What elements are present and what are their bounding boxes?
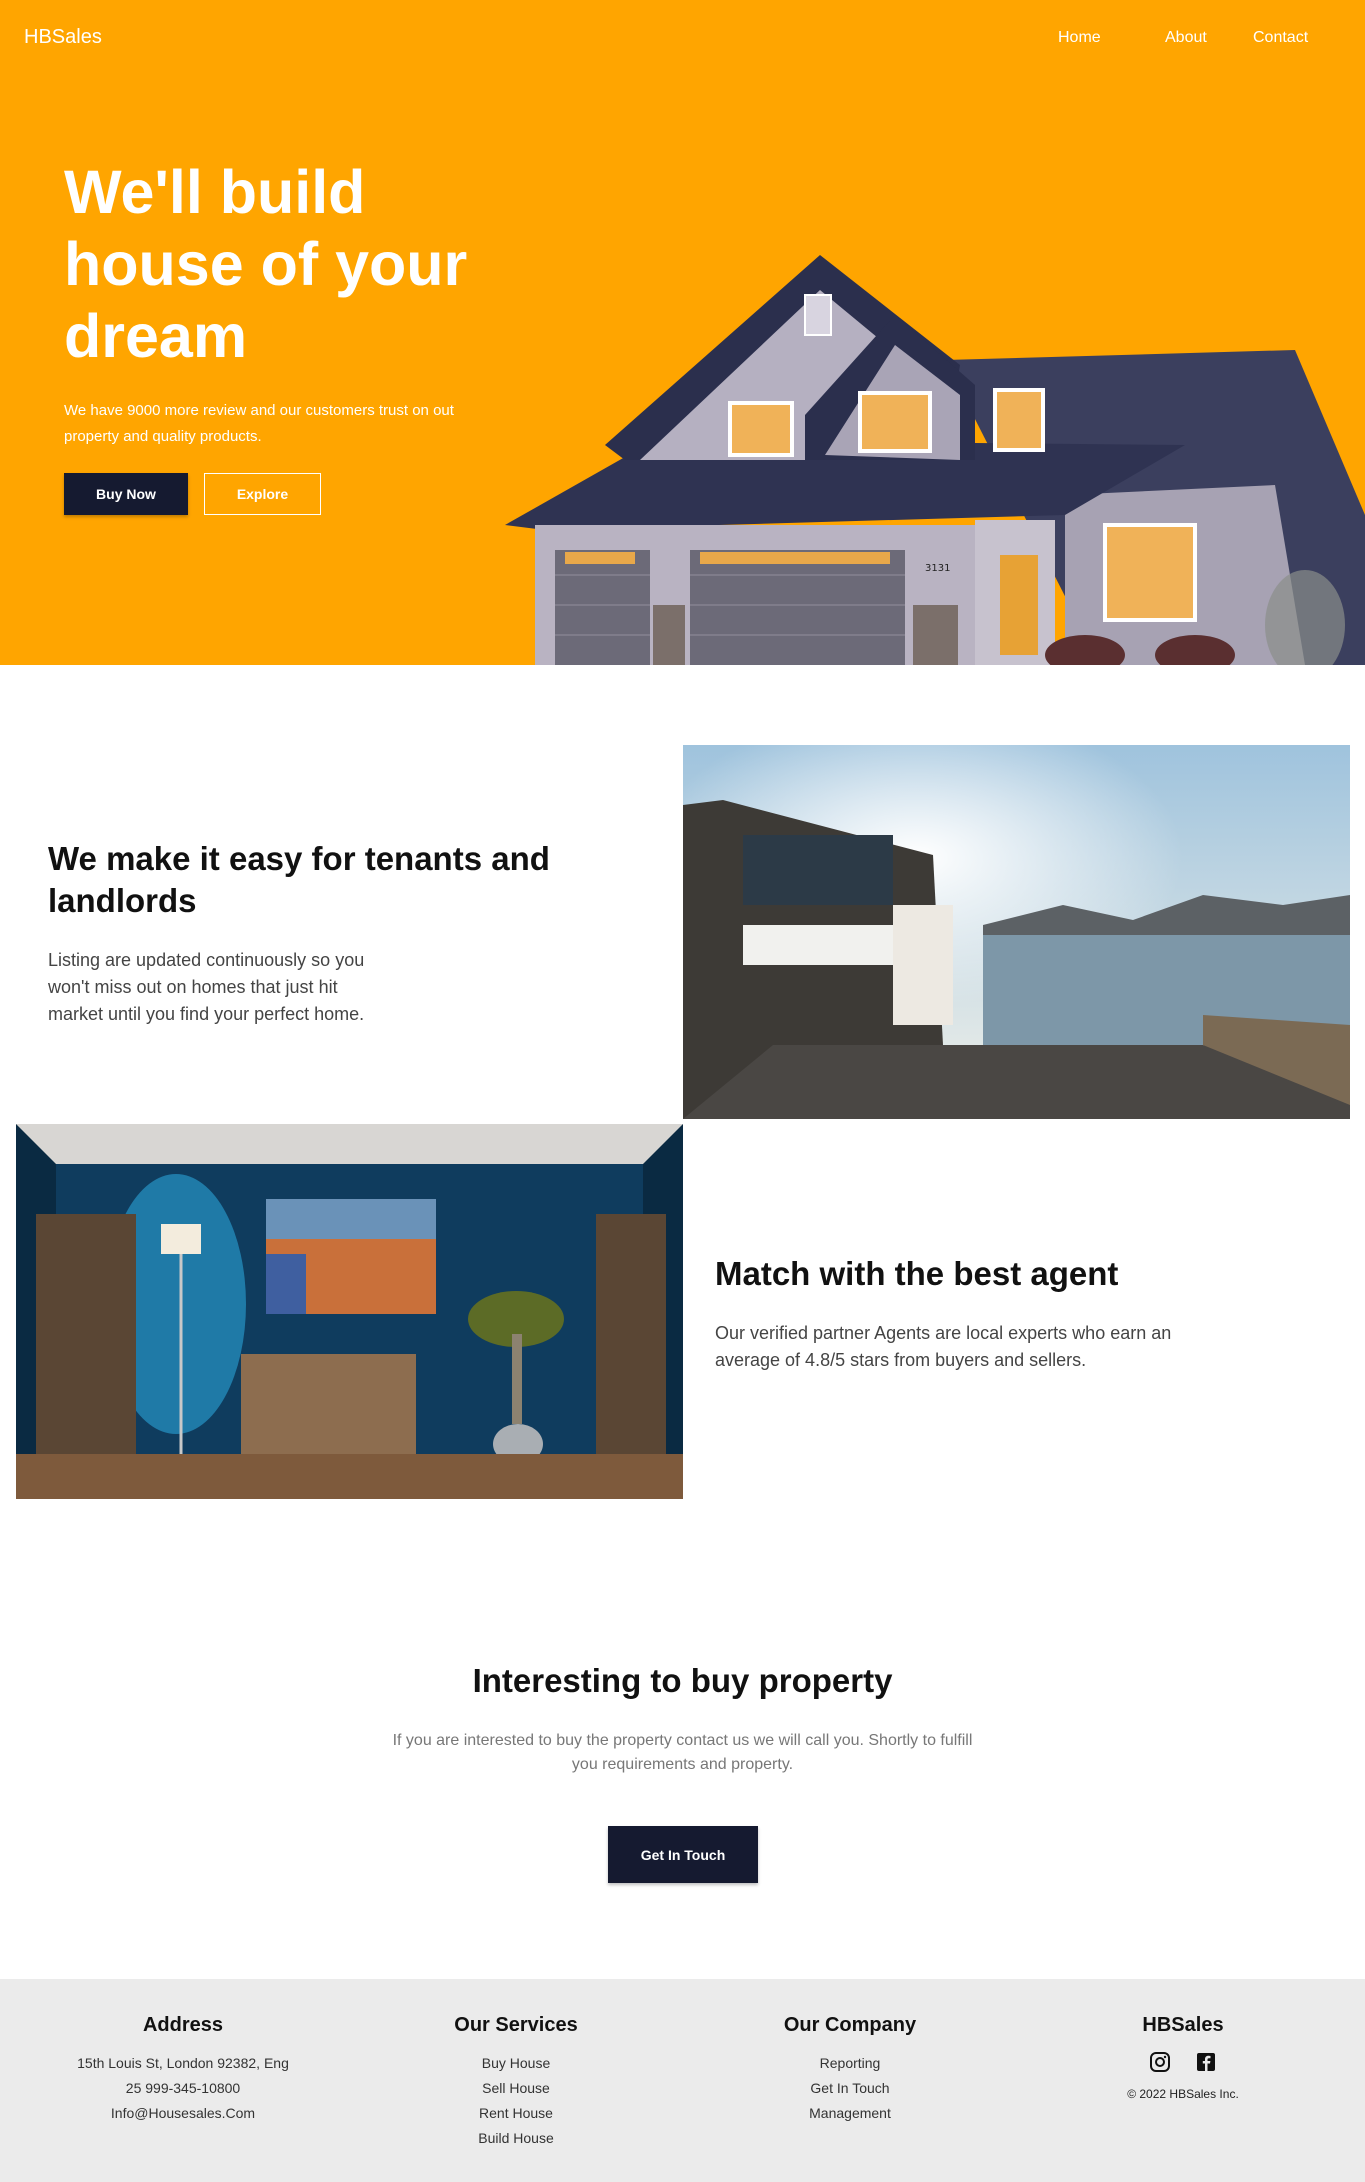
buy-now-button[interactable]: Buy Now <box>64 473 188 515</box>
brand-logo[interactable]: HBSales <box>24 26 102 49</box>
living-room-image <box>16 1124 683 1499</box>
get-in-touch-button[interactable]: Get In Touch <box>608 1826 758 1883</box>
nav-link-home[interactable]: Home <box>1058 29 1101 47</box>
footer-address-column: Address 15th Louis St, London 92382, Eng… <box>43 2014 323 2126</box>
footer: Address 15th Louis St, London 92382, Eng… <box>0 1979 1365 2182</box>
footer-address-street: 15th Louis St, London 92382, Eng <box>77 2055 289 2071</box>
best-agent-title: Match with the best agent <box>715 1255 1119 1292</box>
facebook-icon[interactable] <box>1195 2051 1217 2073</box>
footer-services-column: Our Services Buy House Sell House Rent H… <box>376 2014 656 2151</box>
footer-link-buy-house[interactable]: Buy House <box>376 2051 656 2076</box>
footer-services-heading: Our Services <box>454 2014 578 2036</box>
footer-company-heading: Our Company <box>783 2014 917 2036</box>
best-agent-text: Our verified partner Agents are local ex… <box>715 1323 1172 1370</box>
footer-link-build-house[interactable]: Build House <box>376 2126 656 2151</box>
explore-button[interactable]: Explore <box>204 473 321 515</box>
footer-link-sell-house[interactable]: Sell House <box>376 2076 656 2101</box>
footer-link-get-in-touch[interactable]: Get In Touch <box>710 2076 990 2101</box>
nav-link-contact[interactable]: Contact <box>1253 29 1308 47</box>
footer-address-heading: Address <box>142 2014 224 2036</box>
hero-title: We'll build house of your dream <box>64 158 468 370</box>
hero-section: HBSales Home About Contact We'll build h… <box>0 0 1365 665</box>
footer-brand-column: HBSales © 2022 HBSales Inc. <box>1043 2014 1323 2101</box>
social-links <box>1043 2051 1323 2073</box>
tenants-landlords-title: We make it easy for tenants and landlord… <box>48 840 550 919</box>
footer-link-rent-house[interactable]: Rent House <box>376 2101 656 2126</box>
tenants-landlords-text: Listing are updated continuously so you … <box>48 950 365 1024</box>
nav-link-about[interactable]: About <box>1165 29 1207 47</box>
footer-address-email[interactable]: Info@Housesales.Com <box>43 2101 323 2126</box>
hero-house-image: 3131 <box>505 245 1365 665</box>
instagram-icon[interactable] <box>1149 2051 1171 2073</box>
house-number: 3131 <box>925 563 950 574</box>
copyright-text: © 2022 HBSales Inc. <box>1127 2087 1239 2101</box>
footer-brand-heading: HBSales <box>1142 2014 1224 2036</box>
cta-title: Interesting to buy property <box>472 1662 893 1699</box>
hero-subtitle: We have 9000 more review and our custome… <box>64 402 454 445</box>
footer-address-phone: 25 999-345-10800 <box>125 2080 241 2096</box>
footer-link-reporting[interactable]: Reporting <box>710 2051 990 2076</box>
footer-company-column: Our Company Reporting Get In Touch Manag… <box>710 2014 990 2126</box>
cta-text: If you are interested to buy the propert… <box>392 1732 973 1773</box>
coastal-house-image <box>683 745 1350 1119</box>
footer-link-management[interactable]: Management <box>710 2101 990 2126</box>
